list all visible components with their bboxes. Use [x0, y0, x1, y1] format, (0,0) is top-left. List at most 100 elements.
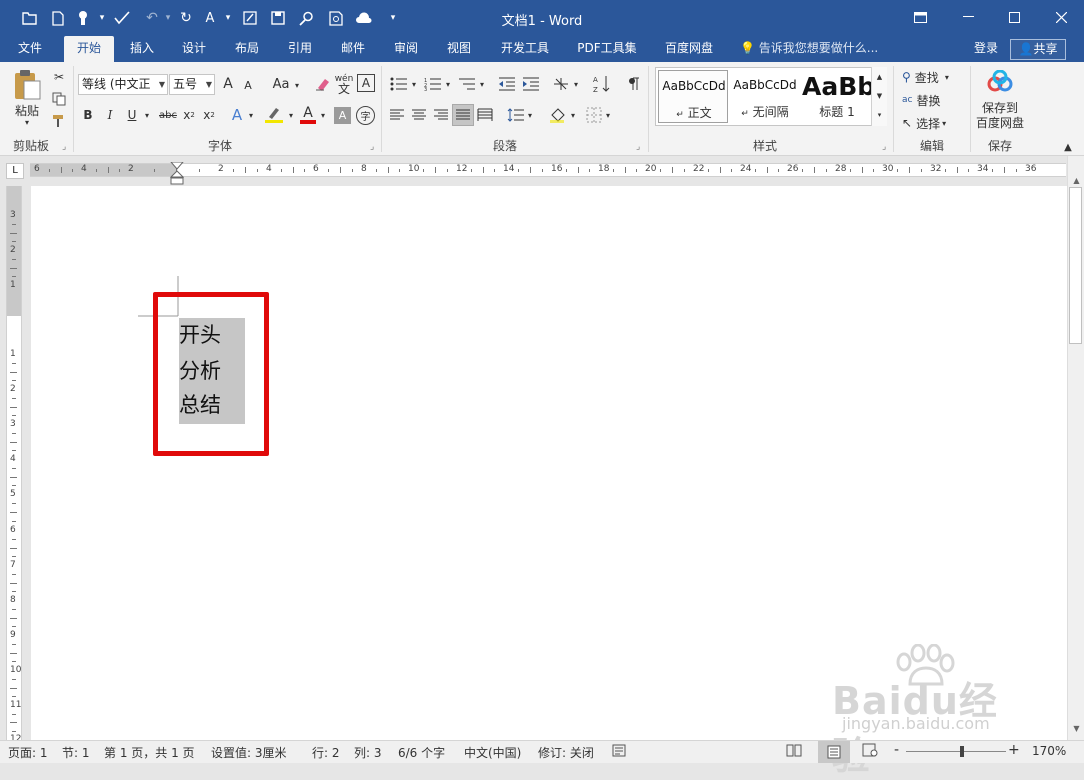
copy-icon[interactable] [50, 90, 68, 108]
status-pages[interactable]: 第 1 页，共 1 页 [104, 744, 195, 761]
tab-references[interactable]: 引用 [278, 36, 322, 62]
style-normal[interactable]: AaBbCcDd ↵ 正文 [658, 70, 728, 123]
vertical-ruler[interactable]: 3 2 1 1 2 3 4 5 6 7 8 9 10 11 12 [6, 186, 22, 744]
paragraph-launcher-icon[interactable]: ⌟ [636, 142, 640, 152]
style-no-spacing[interactable]: AaBbCcDd ↵ 无间隔 [730, 70, 800, 123]
increase-indent-icon[interactable] [520, 74, 542, 94]
distributed-icon[interactable] [476, 105, 494, 125]
status-track-changes[interactable]: 修订: 关闭 [538, 744, 594, 761]
status-section[interactable]: 节: 1 [62, 744, 90, 761]
zoom-slider-thumb[interactable] [960, 746, 964, 757]
numbering-icon[interactable]: 123 [422, 74, 444, 94]
clear-formatting-icon[interactable] [312, 74, 332, 94]
status-col[interactable]: 列: 3 [354, 744, 382, 761]
scroll-up-icon[interactable]: ▲ [1070, 174, 1083, 187]
save-baidu-line1[interactable]: 保存到 [972, 100, 1028, 115]
status-page[interactable]: 页面: 1 [8, 744, 48, 761]
undo-dropdown-icon[interactable]: ▾ [158, 8, 178, 28]
tell-me-search[interactable]: 💡 告诉我您想要做什么... [740, 36, 878, 62]
subscript-icon[interactable]: x2 [180, 105, 198, 125]
customize-dropdown-icon[interactable]: ▾ [92, 8, 112, 28]
paste-button[interactable]: 粘贴 [10, 102, 44, 118]
font-style-icon[interactable]: A [200, 8, 220, 28]
change-case-dropdown-icon[interactable]: ▾ [292, 76, 302, 94]
strikethrough-icon[interactable]: abc [156, 105, 180, 125]
gallery-more-icon[interactable]: ▾ [872, 105, 887, 124]
ribbon-display-options-icon[interactable] [897, 0, 943, 34]
font-launcher-icon[interactable]: ⌟ [370, 142, 374, 152]
enclose-characters-icon[interactable]: 字 [356, 106, 375, 125]
tab-developer[interactable]: 开发工具 [494, 36, 556, 62]
tab-file[interactable]: 文件 [8, 36, 52, 62]
sort-icon[interactable]: AZ [591, 72, 613, 96]
baidu-cloud-icon[interactable] [984, 68, 1016, 96]
numbering-dropdown-icon[interactable]: ▾ [444, 74, 452, 94]
line-spacing-dropdown-icon[interactable]: ▾ [526, 105, 534, 125]
zoom-out-button[interactable]: - [894, 742, 899, 758]
phonetic-guide-icon[interactable]: wén 文 [334, 72, 354, 96]
highlight-icon[interactable] [262, 105, 286, 125]
web-layout-icon[interactable] [862, 743, 878, 760]
scroll-down-icon[interactable]: ▼ [1070, 722, 1083, 735]
zoom-in-button[interactable]: + [1008, 742, 1020, 758]
paste-dropdown-icon[interactable]: ▾ [10, 117, 44, 127]
redo-icon[interactable]: ↻ [176, 8, 196, 28]
find-button[interactable]: ⚲ 查找 ▾ [902, 68, 964, 86]
minimize-icon[interactable] [945, 0, 991, 34]
justify-icon[interactable] [452, 104, 474, 126]
tab-baidu-pan[interactable]: 百度网盘 [658, 36, 720, 62]
status-position[interactable]: 设置值: 3厘米 [211, 744, 287, 761]
highlight-dropdown-icon[interactable]: ▾ [286, 105, 296, 125]
gallery-up-icon[interactable]: ▲ [872, 67, 887, 86]
horizontal-ruler[interactable]: 6 4 2 2 4 6 8 10 12 14 16 18 20 22 24 26 28 30 32 34 36 [30, 162, 1066, 185]
select-button[interactable]: ↖ 选择 ▾ [902, 114, 964, 132]
tab-design[interactable]: 设计 [172, 36, 216, 62]
character-border-icon[interactable]: A [357, 74, 375, 92]
replace-button[interactable]: ac 替换 [902, 91, 964, 109]
touch-mode-icon[interactable] [74, 8, 94, 28]
format-painter-icon[interactable] [50, 112, 68, 130]
character-shading-icon[interactable]: A [334, 107, 351, 124]
spelling-check-icon[interactable] [112, 8, 132, 28]
decrease-indent-icon[interactable] [496, 74, 518, 94]
bold-icon[interactable]: B [80, 105, 96, 125]
font-color-dropdown-icon[interactable]: ▾ [318, 105, 328, 125]
new-document-icon[interactable] [48, 8, 68, 28]
read-mode-icon[interactable] [786, 743, 802, 760]
share-button[interactable]: 👤共享 [1010, 39, 1066, 60]
maximize-icon[interactable] [991, 0, 1037, 34]
shading-dropdown-icon[interactable]: ▾ [569, 105, 577, 125]
edit-icon[interactable] [240, 8, 260, 28]
tab-view[interactable]: 视图 [437, 36, 481, 62]
multilevel-list-icon[interactable] [456, 74, 478, 94]
tab-pdf-tools[interactable]: PDF工具集 [572, 36, 642, 62]
align-center-icon[interactable] [410, 105, 428, 125]
status-language[interactable]: 中文(中国) [464, 744, 521, 761]
baidu-upload-icon[interactable] [354, 8, 374, 28]
clipboard-launcher-icon[interactable]: ⌟ [62, 142, 66, 152]
paste-icon[interactable] [10, 68, 44, 102]
text-effects-dropdown-icon[interactable]: ▾ [246, 105, 256, 125]
find-icon[interactable] [296, 8, 316, 28]
font-size-combo[interactable]: 五号 ▼ [169, 74, 215, 95]
borders-dropdown-icon[interactable]: ▾ [604, 105, 612, 125]
tab-selector[interactable]: L [6, 163, 24, 179]
grow-font-icon[interactable]: A [220, 74, 236, 94]
font-name-combo[interactable]: 等线 (中文正 ▼ [78, 74, 168, 95]
underline-icon[interactable]: U [124, 105, 140, 125]
change-case-icon[interactable]: Aa [270, 74, 292, 94]
save-baidu-line2[interactable]: 百度网盘 [972, 115, 1028, 130]
tab-home[interactable]: 开始 [64, 36, 114, 62]
line-spacing-icon[interactable] [506, 105, 526, 125]
styles-launcher-icon[interactable]: ⌟ [882, 142, 886, 152]
chinese-layout-icon[interactable] [550, 74, 572, 94]
font-color-icon[interactable]: A [298, 103, 318, 127]
print-layout-icon[interactable] [818, 741, 850, 763]
shrink-font-icon[interactable]: A [240, 76, 256, 94]
tab-insert[interactable]: 插入 [120, 36, 164, 62]
cut-icon[interactable]: ✂ [50, 68, 68, 86]
align-right-icon[interactable] [432, 105, 450, 125]
bullets-icon[interactable] [388, 74, 410, 94]
style-heading-1[interactable]: AaBb 标题 1 [802, 70, 872, 123]
login-link[interactable]: 登录 [974, 36, 998, 62]
